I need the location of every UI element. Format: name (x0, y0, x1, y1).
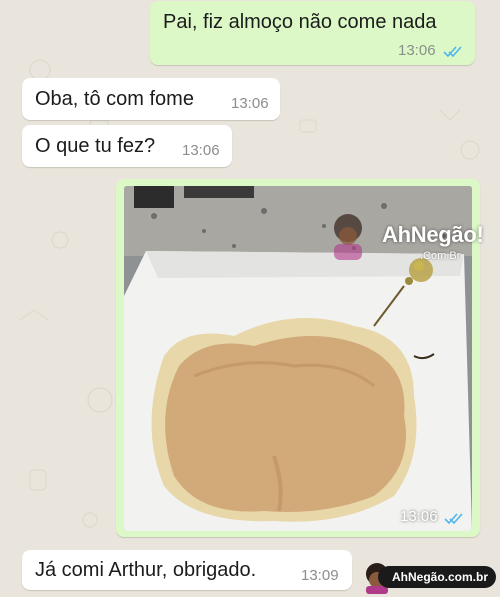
message-text: Oba, tô com fome (35, 88, 194, 110)
message-time: 13:06 (231, 95, 269, 112)
read-ticks-icon (444, 513, 463, 525)
incoming-message-bubble[interactable]: Já comi Arthur, obrigado. 13:09 (22, 550, 352, 590)
message-text: Já comi Arthur, obrigado. (35, 559, 257, 581)
site-badge-text: AhNegão.com.br (392, 570, 489, 584)
watermark-mascot-icon (334, 214, 362, 260)
incoming-message-bubble[interactable]: Oba, tô com fome 13:06 (22, 78, 280, 120)
outgoing-message-bubble[interactable]: Pai, fiz almoço não come nada 13:06 (150, 1, 475, 65)
watermark-logo: AhNegão! (382, 222, 484, 247)
site-badge: AhNegão.com.br (378, 566, 496, 588)
message-time: 13:06 (398, 42, 436, 59)
incoming-message-bubble[interactable]: O que tu fez? 13:06 (22, 125, 232, 167)
read-ticks-icon (443, 46, 462, 58)
message-time: 13:09 (301, 567, 339, 584)
message-text: Pai, fiz almoço não come nada (163, 11, 437, 33)
watermark-domain: .Com.Br (420, 250, 461, 262)
message-time: 13:06 (182, 142, 220, 159)
message-text: O que tu fez? (35, 135, 156, 157)
photo-time: 13:06 (400, 508, 438, 525)
